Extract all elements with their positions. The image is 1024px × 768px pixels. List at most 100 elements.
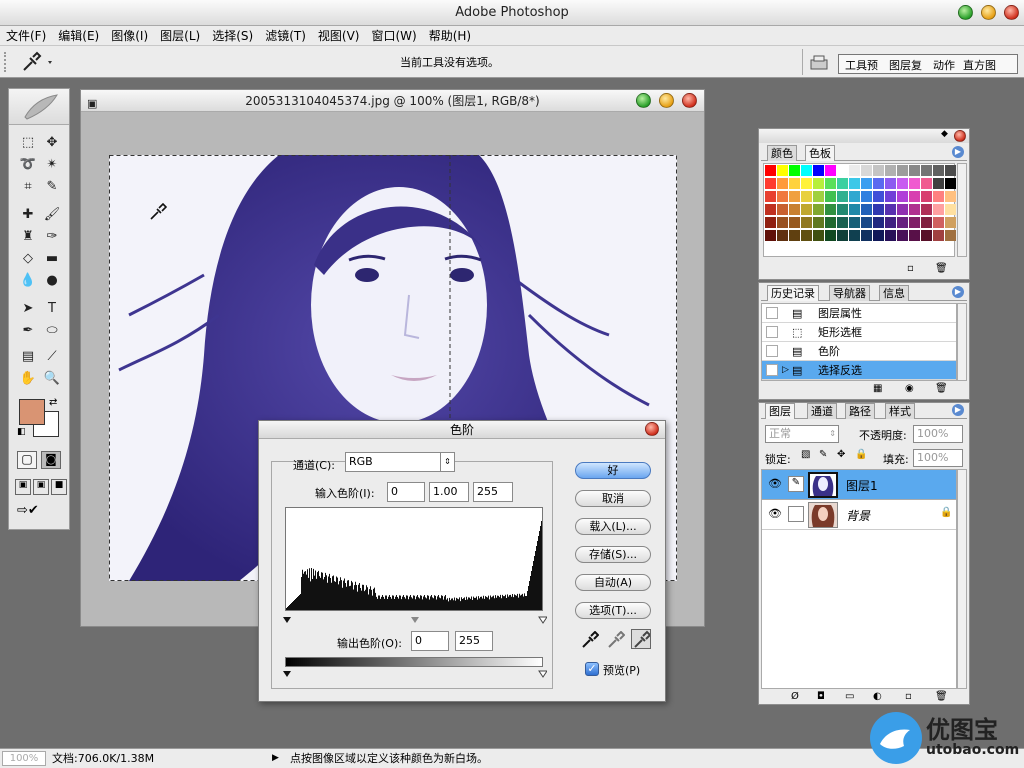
notes-tool-icon[interactable]: ▤ [17,347,39,367]
default-colors-icon[interactable]: ◧ [17,427,26,437]
color-swatch[interactable] [813,165,824,176]
color-swatch[interactable] [777,204,788,215]
eraser-tool-icon[interactable]: ◇ [17,249,39,269]
color-swatch[interactable] [873,204,884,215]
tab-paths[interactable]: 路径 [845,403,875,419]
input-black-field[interactable]: 0 [387,482,425,502]
color-swatch[interactable] [825,230,836,241]
history-brush-tool-icon[interactable]: ✑ [41,227,63,247]
clone-stamp-tool-icon[interactable]: ♜ [17,227,39,247]
panel-menu-icon[interactable]: ▶ [952,404,964,416]
layer-row[interactable]: 👁 背景 🔒 [762,500,956,530]
menu-edit[interactable]: 编辑(E) [52,26,105,46]
color-swatch[interactable] [765,204,776,215]
color-swatch[interactable] [933,178,944,189]
color-swatch[interactable] [789,230,800,241]
menu-filter[interactable]: 滤镜(T) [259,26,312,46]
color-swatch[interactable] [837,165,848,176]
color-swatch[interactable] [777,178,788,189]
input-white-field[interactable]: 255 [473,482,513,502]
tool-preset-picker[interactable] [18,51,60,73]
color-swatch[interactable] [861,230,872,241]
color-swatch[interactable] [813,217,824,228]
gray-eyedropper-icon[interactable] [607,631,625,649]
color-swatch[interactable] [933,230,944,241]
menu-layer[interactable]: 图层(L) [154,26,206,46]
color-swatch[interactable] [885,217,896,228]
color-swatch[interactable] [849,217,860,228]
snapshot-checkbox[interactable] [766,364,778,376]
color-swatch[interactable] [945,178,956,189]
color-swatch[interactable] [945,191,956,202]
auto-button[interactable]: 自动(A) [575,574,651,591]
color-swatch[interactable] [825,217,836,228]
color-swatch[interactable] [837,178,848,189]
snapshot-checkbox[interactable] [766,345,778,357]
brush-tool-icon[interactable]: 🖌 [41,205,63,225]
lock-pixels-icon[interactable]: ✎ [819,449,827,460]
screen-mode-full-menu-icon[interactable]: ▣ [33,479,49,495]
color-swatch[interactable] [837,191,848,202]
move-tool-icon[interactable]: ✥ [41,133,63,153]
color-swatch[interactable] [825,191,836,202]
blend-mode-select[interactable]: 正常 ⇕ [765,425,839,443]
color-swatch[interactable] [777,191,788,202]
color-swatch[interactable] [933,204,944,215]
swatch-grid[interactable] [763,163,956,257]
white-point-slider[interactable] [538,616,547,624]
quick-mask-mode-icon[interactable]: ◙ [41,451,61,469]
color-swatch[interactable] [765,191,776,202]
color-swatch[interactable] [873,165,884,176]
color-swatch[interactable] [897,191,908,202]
color-swatch[interactable] [849,165,860,176]
lock-all-icon[interactable]: 🔒 [855,449,867,460]
save-button[interactable]: 存储(S)... [575,546,651,563]
trash-icon[interactable]: 🗑 [935,691,948,702]
path-selection-tool-icon[interactable]: ➤ [17,299,39,319]
color-swatch[interactable] [873,217,884,228]
menu-help[interactable]: 帮助(H) [423,26,477,46]
trash-icon[interactable]: 🗑 [935,383,948,394]
options-button[interactable]: 选项(T)... [575,602,651,619]
tab-history[interactable]: 历史记录 [767,285,819,301]
new-group-icon[interactable]: ▭ [845,691,854,702]
color-swatch[interactable] [789,178,800,189]
close-window-button[interactable] [1004,5,1019,20]
new-swatch-icon[interactable]: ▫ [907,263,914,274]
color-swatch[interactable] [861,204,872,215]
color-swatch[interactable] [909,191,920,202]
color-swatch[interactable] [837,230,848,241]
color-swatch[interactable] [885,178,896,189]
lock-transparency-icon[interactable]: ▧ [801,449,810,460]
color-swatch[interactable] [897,178,908,189]
opacity-field[interactable]: 100% [913,425,963,443]
gamma-slider[interactable] [411,617,419,623]
color-swatch[interactable] [861,165,872,176]
zoom-window-button[interactable] [958,5,973,20]
history-item[interactable]: ⬚ 矩形选框 [762,323,956,342]
screen-mode-full-icon[interactable]: ■ [51,479,67,495]
color-swatch[interactable] [837,217,848,228]
dodge-tool-icon[interactable]: ● [41,271,63,291]
gradient-tool-icon[interactable]: ▬ [41,249,63,269]
color-swatch[interactable] [765,165,776,176]
color-swatch[interactable] [777,230,788,241]
layer-style-icon[interactable]: Ø [791,691,799,702]
color-swatch[interactable] [813,191,824,202]
color-swatch[interactable] [921,230,932,241]
color-swatch[interactable] [849,178,860,189]
color-swatch[interactable] [909,165,920,176]
output-white-field[interactable]: 255 [455,631,493,651]
color-swatch[interactable] [801,178,812,189]
screen-mode-standard-icon[interactable]: ▣ [15,479,31,495]
tab-layers[interactable]: 图层 [765,403,795,419]
dialog-close-button[interactable] [645,422,659,436]
color-swatch[interactable] [897,230,908,241]
color-swatch[interactable] [825,178,836,189]
color-swatch[interactable] [885,165,896,176]
color-swatch[interactable] [945,165,956,176]
panel-menu-icon[interactable]: ▶ [952,146,964,158]
color-swatch[interactable] [921,165,932,176]
color-swatch[interactable] [861,178,872,189]
fill-field[interactable]: 100% [913,449,963,467]
